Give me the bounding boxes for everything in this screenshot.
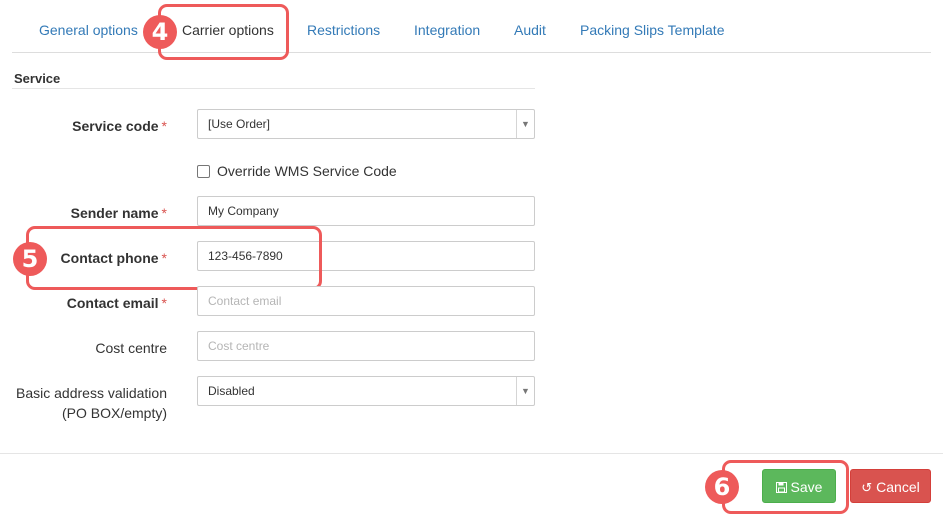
sender-name-input[interactable] — [197, 196, 535, 226]
tab-carrier-options[interactable]: Carrier options — [182, 22, 274, 38]
save-label: Save — [790, 479, 823, 495]
required-marker: * — [161, 295, 167, 311]
override-wms-checkbox[interactable] — [197, 164, 210, 178]
address-validation-label-line2: (PO BOX/empty) — [61, 405, 167, 421]
tab-audit[interactable]: Audit — [514, 22, 546, 38]
address-validation-label-line1: Basic address validation — [16, 385, 167, 401]
sender-name-label: Sender name * — [70, 205, 167, 221]
tab-packing-slips-template[interactable]: Packing Slips Template — [580, 22, 724, 38]
service-code-value: [Use Order] — [208, 117, 271, 131]
save-button[interactable]: Save — [762, 469, 836, 503]
tab-restrictions[interactable]: Restrictions — [307, 22, 380, 38]
required-marker: * — [161, 205, 167, 221]
cost-centre-input[interactable] — [197, 331, 535, 361]
annotation-badge-6: 6 — [705, 470, 739, 504]
section-divider — [12, 88, 535, 89]
contact-phone-label: Contact phone * — [60, 250, 167, 266]
address-validation-select[interactable]: Disabled ▼ — [197, 376, 535, 406]
chevron-down-icon: ▼ — [516, 377, 534, 405]
override-wms-label: Override WMS Service Code — [217, 163, 397, 179]
contact-email-input[interactable] — [197, 286, 535, 316]
chevron-down-icon: ▼ — [516, 110, 534, 138]
required-marker: * — [161, 118, 167, 134]
address-validation-value: Disabled — [208, 384, 255, 398]
service-code-select[interactable]: [Use Order] ▼ — [197, 109, 535, 139]
tab-integration[interactable]: Integration — [414, 22, 480, 38]
footer-divider — [0, 453, 943, 454]
cancel-label: Cancel — [876, 479, 920, 495]
cancel-button[interactable]: ↺ Cancel — [850, 469, 931, 503]
tab-general-options[interactable]: General options — [39, 22, 138, 38]
contact-email-label: Contact email * — [66, 295, 167, 311]
section-title: Service — [14, 71, 61, 86]
required-marker: * — [161, 250, 167, 266]
floppy-disk-icon — [775, 471, 787, 505]
cost-centre-label: Cost centre — [95, 340, 167, 356]
contact-phone-input[interactable] — [197, 241, 535, 271]
annotation-badge-4: 4 — [143, 15, 177, 49]
undo-icon: ↺ — [861, 480, 873, 495]
annotation-badge-5: 5 — [13, 242, 47, 276]
service-code-label: Service code * — [72, 118, 167, 134]
override-wms-row[interactable]: Override WMS Service Code — [197, 163, 397, 179]
